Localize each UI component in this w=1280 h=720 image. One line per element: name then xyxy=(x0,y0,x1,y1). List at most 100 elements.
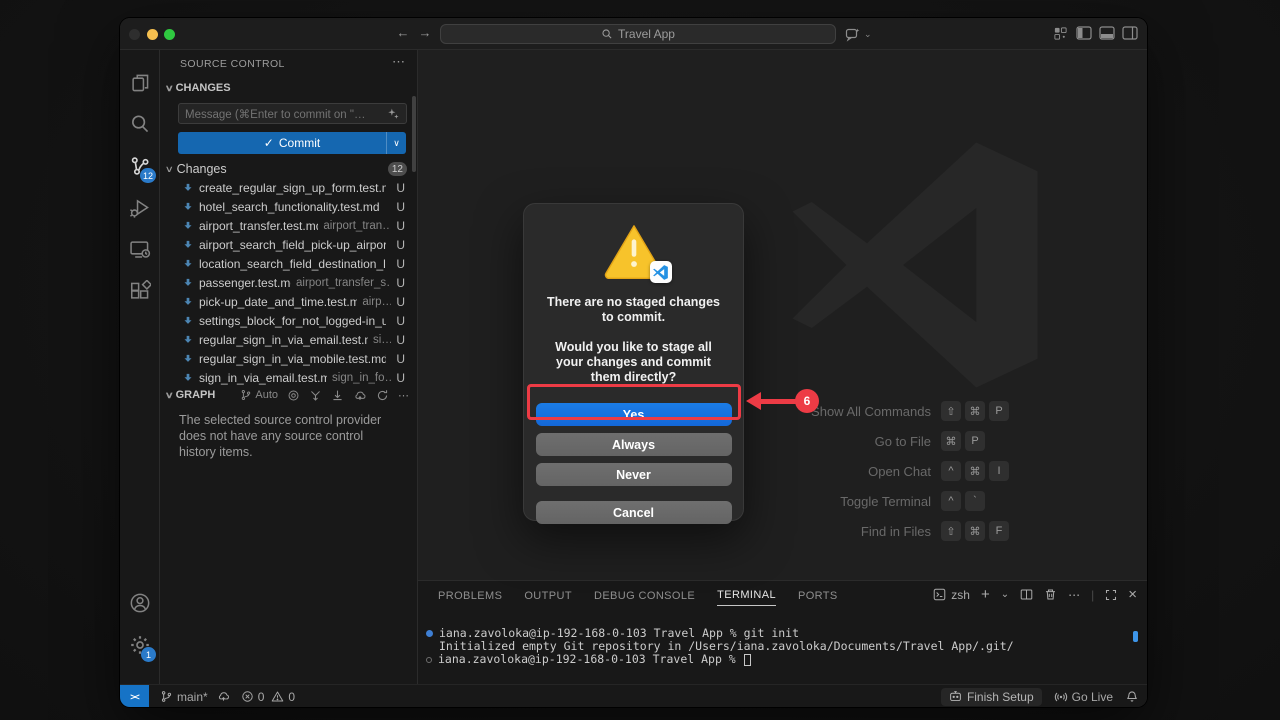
shortcut-row: Open Chat ^⌘I xyxy=(811,456,1017,486)
always-button[interactable]: Always xyxy=(536,433,732,456)
customize-layout-icon[interactable] xyxy=(1053,26,1068,41)
pull-icon[interactable] xyxy=(331,389,344,402)
warning-icon xyxy=(271,690,284,703)
changes-section-header[interactable]: ∨ CHANGES xyxy=(166,82,231,94)
traffic-zoom-button[interactable] xyxy=(164,29,175,40)
test-file-icon xyxy=(182,372,194,384)
commit-button[interactable]: ✓ Commit ∨ xyxy=(178,132,406,154)
remote-indicator-button[interactable]: >< xyxy=(120,685,149,707)
toggle-secondary-sidebar-icon[interactable] xyxy=(1122,26,1138,40)
sidebar-item-source-control[interactable]: 12 xyxy=(120,147,160,185)
trash-icon[interactable] xyxy=(1044,588,1057,601)
fetch-icon[interactable] xyxy=(309,389,322,402)
terminal-more-icon[interactable]: ⋯ xyxy=(1068,588,1080,602)
branch-label: main* xyxy=(177,690,208,704)
sidebar-scrollbar[interactable] xyxy=(412,96,416,172)
file-status: U xyxy=(396,371,405,385)
test-file-icon xyxy=(182,201,194,213)
terminal-output[interactable]: iana.zavoloka@ip-192-168-0-103 Travel Ap… xyxy=(426,627,1133,666)
file-name: sign_in_via_email.test.md xyxy=(199,371,327,385)
target-icon[interactable] xyxy=(287,389,300,402)
tab-problems[interactable]: PROBLEMS xyxy=(438,585,502,606)
sidebar-more-icon[interactable]: ⋯ xyxy=(392,54,405,70)
terminal-text: iana.zavoloka@ip-192-168-0-103 Travel Ap… xyxy=(439,627,799,640)
file-row[interactable]: regular_sign_in_via_mobile.test.md…U xyxy=(160,349,417,368)
split-terminal-icon[interactable] xyxy=(1020,588,1033,601)
file-row[interactable]: hotel_search_functionality.test.mdU xyxy=(160,197,417,216)
vscode-window: ← → Travel App ⌄ 12 xyxy=(120,18,1147,707)
sidebar-title: SOURCE CONTROL xyxy=(180,58,285,70)
shortcut-row: Toggle Terminal ^` xyxy=(811,486,1017,516)
graph-ref-picker[interactable]: Auto xyxy=(240,389,278,401)
nav-back-button[interactable]: ← xyxy=(394,25,412,40)
commit-message-input[interactable]: Message (⌘Enter to commit on "… xyxy=(178,103,407,124)
account-icon xyxy=(129,592,151,614)
sidebar-item-remote-explorer[interactable] xyxy=(120,230,160,268)
cancel-button[interactable]: Cancel xyxy=(536,501,732,524)
graph-more-icon[interactable]: ⋯ xyxy=(398,389,409,402)
new-terminal-button[interactable]: + xyxy=(981,586,990,603)
file-row[interactable]: airport_transfer.test.mdairport_tran…U xyxy=(160,216,417,235)
file-row[interactable]: regular_sign_in_via_email.test.mdsi…U xyxy=(160,330,417,349)
branch-icon xyxy=(240,389,252,401)
command-center-search[interactable]: Travel App xyxy=(440,24,836,44)
refresh-icon[interactable] xyxy=(376,389,389,402)
dialog-message-primary: There are no staged changes to commit. xyxy=(541,295,727,325)
traffic-minimize-button[interactable] xyxy=(147,29,158,40)
file-row[interactable]: create_regular_sign_up_form.test.mdU xyxy=(160,178,417,197)
file-row[interactable]: location_search_field_destination_l…U xyxy=(160,254,417,273)
changes-file-list: create_regular_sign_up_form.test.mdU hot… xyxy=(160,178,417,387)
problems-status-button[interactable]: 0 0 xyxy=(241,690,295,704)
file-name: regular_sign_in_via_mobile.test.md… xyxy=(199,352,386,366)
sparkle-icon[interactable] xyxy=(387,107,400,120)
status-bar: >< main* 0 0 Finish Setup Go Live xyxy=(120,684,1147,707)
changes-tree-header[interactable]: ∨ Changes 12 xyxy=(166,160,407,178)
settings-button[interactable]: 1 xyxy=(120,626,160,664)
shell-label: zsh xyxy=(951,588,970,602)
file-row[interactable]: passenger.test.mdairport_transfer_s…U xyxy=(160,273,417,292)
maximize-panel-icon[interactable] xyxy=(1105,589,1117,601)
toggle-panel-icon[interactable] xyxy=(1099,26,1115,40)
file-name: create_regular_sign_up_form.test.md xyxy=(199,181,386,195)
cloud-upload-icon[interactable] xyxy=(353,389,367,402)
staged-changes-dialog: There are no staged changes to commit. W… xyxy=(523,203,744,521)
file-row[interactable]: settings_block_for_not_logged-in_u…U xyxy=(160,311,417,330)
copilot-icon[interactable] xyxy=(845,26,861,42)
toggle-sidebar-icon[interactable] xyxy=(1076,26,1092,40)
tab-ports[interactable]: PORTS xyxy=(798,585,838,606)
key-letter: F xyxy=(989,521,1009,541)
commit-button-label: Commit xyxy=(279,136,320,150)
file-row[interactable]: airport_search_field_pick-up_airpor…U xyxy=(160,235,417,254)
shortcut-label: Find in Files xyxy=(861,524,931,539)
finish-setup-button[interactable]: Finish Setup xyxy=(941,688,1042,706)
tab-debug-console[interactable]: DEBUG CONSOLE xyxy=(594,585,695,606)
file-row[interactable]: pick-up_date_and_time.test.mdairp…U xyxy=(160,292,417,311)
go-live-button[interactable]: Go Live xyxy=(1054,690,1113,704)
commit-dropdown-button[interactable]: ∨ xyxy=(386,132,406,154)
sidebar-item-search[interactable] xyxy=(120,105,160,143)
command-pending-dot xyxy=(426,657,432,663)
branch-status-button[interactable]: main* xyxy=(160,690,231,704)
tab-output[interactable]: OUTPUT xyxy=(524,585,572,606)
file-status: U xyxy=(396,238,405,252)
terminal-shell-chip[interactable]: zsh xyxy=(933,588,970,602)
test-file-icon xyxy=(182,334,194,346)
never-button[interactable]: Never xyxy=(536,463,732,486)
close-panel-icon[interactable]: × xyxy=(1128,586,1137,603)
graph-section-header[interactable]: ∨ GRAPH Auto ⋯ xyxy=(166,386,409,404)
traffic-close-button[interactable] xyxy=(129,29,140,40)
sidebar-item-explorer[interactable] xyxy=(120,64,160,102)
notifications-bell-icon[interactable] xyxy=(1125,690,1139,704)
terminal-dropdown-icon[interactable]: ⌄ xyxy=(1001,589,1009,600)
tab-terminal[interactable]: TERMINAL xyxy=(717,584,776,606)
sidebar-item-extensions[interactable] xyxy=(120,272,160,310)
key-shift: ⇧ xyxy=(941,401,961,421)
terminal-line: iana.zavoloka@ip-192-168-0-103 Travel Ap… xyxy=(426,627,1133,640)
test-file-icon xyxy=(182,182,194,194)
error-icon xyxy=(241,690,254,703)
nav-forward-button[interactable]: → xyxy=(416,25,434,40)
copilot-chevron-icon[interactable]: ⌄ xyxy=(864,29,872,40)
accounts-button[interactable] xyxy=(120,584,160,622)
file-row[interactable]: sign_in_via_email.test.mdsign_in_fo…U xyxy=(160,368,417,387)
sidebar-item-run-debug[interactable] xyxy=(120,189,160,227)
